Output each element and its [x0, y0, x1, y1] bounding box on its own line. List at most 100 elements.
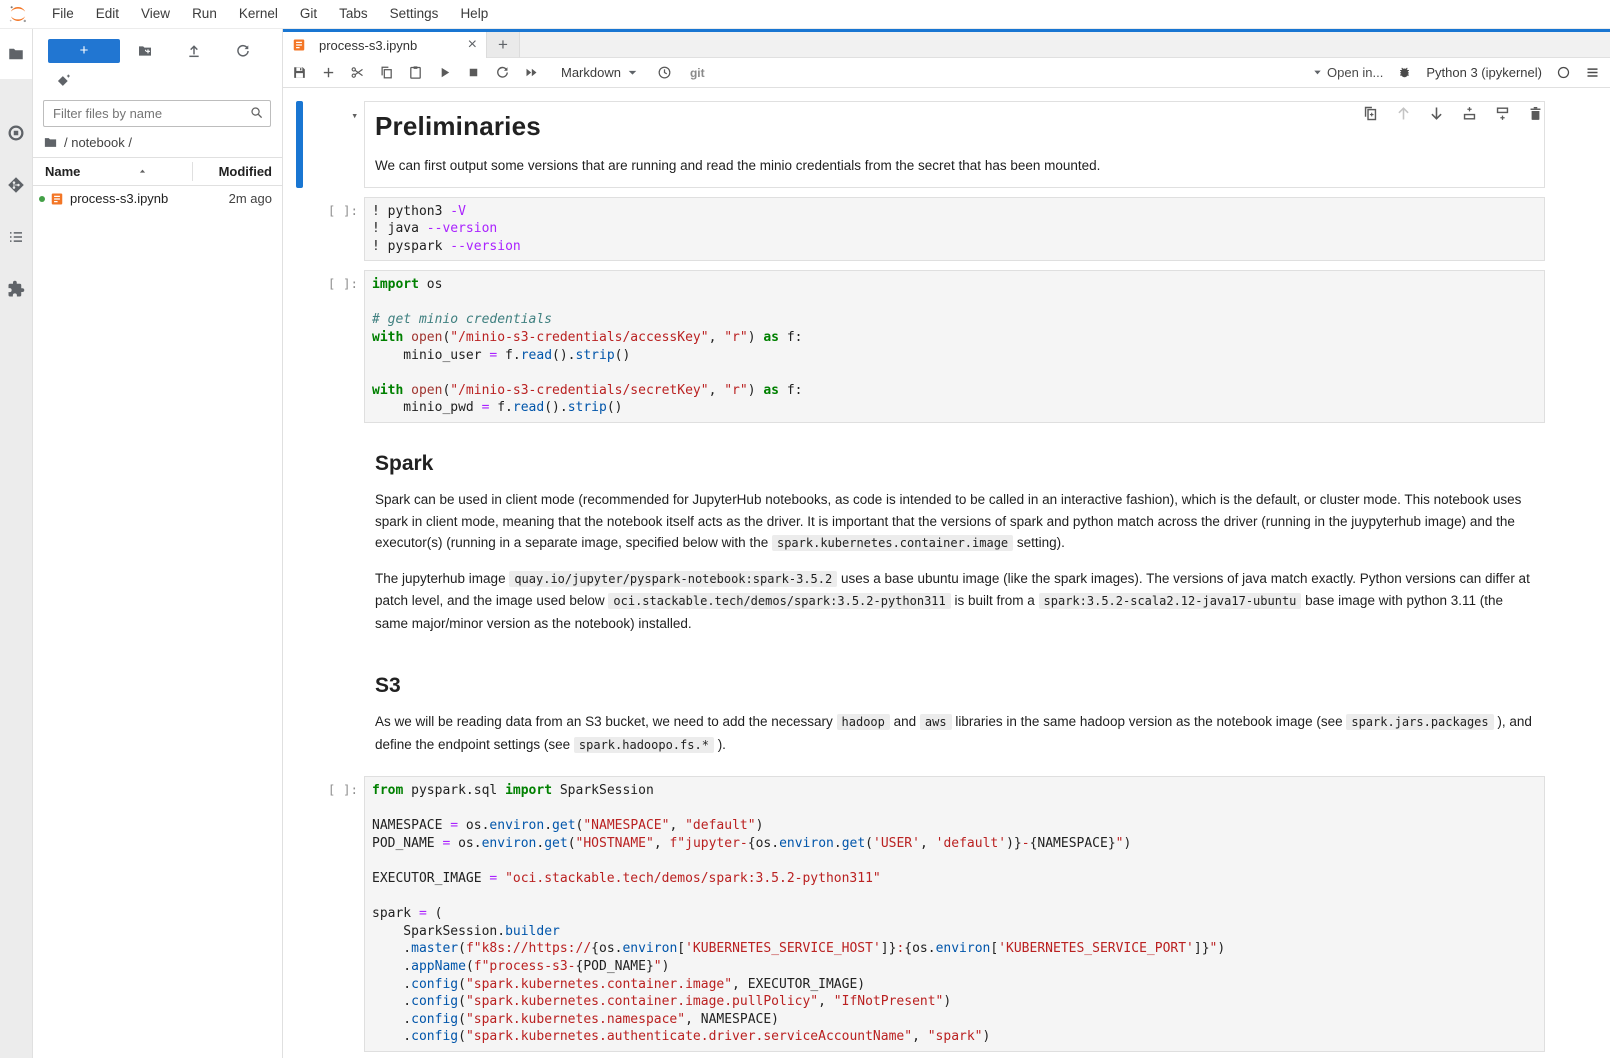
cell-collapser[interactable]: [296, 197, 303, 262]
new-tab-button[interactable]: +: [487, 32, 520, 58]
cell-prompt: [ ]:: [303, 776, 364, 1052]
menu-view[interactable]: View: [130, 6, 181, 21]
restart-kernel-button[interactable]: [495, 65, 510, 80]
inline-code: aws: [920, 714, 952, 730]
code-line: ! python3 -V: [372, 203, 1537, 221]
breadcrumb-path[interactable]: / notebook /: [64, 135, 132, 150]
code-editor[interactable]: ! python3 -V! java --version! pyspark --…: [364, 197, 1545, 262]
new-folder-button[interactable]: [120, 43, 169, 59]
code-line: with open("/minio-s3-credentials/secretK…: [372, 382, 1537, 400]
insert-cell-below-button[interactable]: [1494, 105, 1511, 122]
column-name[interactable]: Name: [45, 164, 184, 179]
markdown-cell[interactable]: SparkSpark can be used in client mode (r…: [296, 432, 1545, 645]
menu-git[interactable]: Git: [289, 6, 328, 21]
markdown-cell[interactable]: ▾PreliminariesWe can first output some v…: [296, 101, 1545, 188]
collapse-heading-icon[interactable]: ▾: [351, 109, 358, 122]
move-cell-up-button[interactable]: [1395, 105, 1412, 122]
tab-title: process-s3.ipynb: [319, 38, 417, 53]
insert-cell-above-button[interactable]: [1461, 105, 1478, 122]
markdown-cell[interactable]: S3 As we will be reading data from an S3 …: [296, 654, 1545, 767]
sidebar-tab-extension-manager[interactable]: [0, 263, 32, 315]
paste-cells-button[interactable]: [408, 65, 423, 80]
new-launcher-button[interactable]: +: [48, 39, 120, 63]
markdown-heading: S3: [375, 674, 1534, 698]
save-button[interactable]: [292, 65, 307, 80]
code-line: [372, 364, 1537, 382]
open-in-dropdown[interactable]: Open in...: [1312, 65, 1383, 80]
cell-collapser[interactable]: [296, 270, 303, 423]
inline-code: spark.kubernetes.container.image: [772, 535, 1013, 551]
caret-down-icon: [1312, 67, 1323, 78]
list-icon: [7, 228, 25, 246]
sidebar-tab-file-browser[interactable]: [0, 29, 32, 79]
code-line: .appName(f"process-s3-{POD_NAME}"): [372, 958, 1537, 976]
tab-bar-filler: [520, 32, 1610, 58]
file-browser-panel: + / notebook / Name: [33, 29, 283, 1058]
cell-collapser[interactable]: [296, 776, 303, 1052]
file-row[interactable]: process-s3.ipynb2m ago: [33, 186, 282, 211]
insert-cell-button[interactable]: [321, 65, 336, 80]
refresh-file-list-button[interactable]: [219, 43, 268, 59]
puzzle-icon: [7, 280, 25, 298]
filter-files-input[interactable]: [43, 100, 271, 127]
inline-code: spark:3.5.2-scala2.12-java17-ubuntu: [1039, 593, 1302, 609]
notebook-icon: [292, 38, 306, 52]
code-line: .config("spark.kubernetes.namespace", NA…: [372, 1011, 1537, 1029]
menu-help[interactable]: Help: [449, 6, 499, 21]
sidebar-tab-git[interactable]: [0, 159, 32, 211]
markdown-content: S3 As we will be reading data from an S3 …: [364, 654, 1545, 767]
upload-button[interactable]: [169, 43, 218, 59]
code-cell[interactable]: [ ]:! python3 -V! java --version! pyspar…: [296, 197, 1545, 262]
cut-cells-button[interactable]: [350, 65, 365, 80]
code-line: import os: [372, 276, 1537, 294]
upload-icon: [186, 43, 202, 59]
code-cell[interactable]: [ ]:from pyspark.sql import SparkSession…: [296, 776, 1545, 1052]
restart-run-all-button[interactable]: [524, 65, 539, 80]
close-tab-icon[interactable]: ×: [468, 37, 477, 53]
cell-collapser[interactable]: [296, 654, 303, 767]
cell-prompt: ▾: [303, 101, 364, 188]
sort-ascending-icon: [138, 164, 147, 179]
git-toolbar-label[interactable]: git: [690, 66, 705, 80]
run-cell-button[interactable]: [437, 65, 452, 80]
menu-run[interactable]: Run: [181, 6, 228, 21]
git-clone-button[interactable]: [33, 65, 282, 93]
move-cell-down-button[interactable]: [1428, 105, 1445, 122]
cell-toolbar: [1362, 105, 1544, 122]
menu-edit[interactable]: Edit: [85, 6, 130, 21]
interrupt-kernel-button[interactable]: [466, 65, 481, 80]
column-modified[interactable]: Modified: [192, 162, 272, 181]
kernel-status-icon[interactable]: [1556, 65, 1571, 80]
refresh-icon: [235, 43, 251, 59]
kernel-name[interactable]: Python 3 (ipykernel): [1426, 65, 1542, 80]
code-line: [372, 888, 1537, 906]
cell-timing-button[interactable]: [657, 65, 672, 80]
cell-type-dropdown[interactable]: Markdown: [561, 65, 639, 80]
notebook-content: ▾PreliminariesWe can first output some v…: [283, 88, 1610, 1058]
copy-cells-button[interactable]: [379, 65, 394, 80]
code-line: [372, 852, 1537, 870]
code-cell[interactable]: [ ]:import os # get minio credentialswit…: [296, 270, 1545, 423]
markdown-paragraph: Spark can be used in client mode (recomm…: [375, 489, 1534, 555]
menu-file[interactable]: File: [41, 6, 85, 21]
code-editor[interactable]: from pyspark.sql import SparkSession NAM…: [364, 776, 1545, 1052]
breadcrumb[interactable]: / notebook /: [33, 127, 282, 157]
markdown-paragraph: As we will be reading data from an S3 bu…: [375, 711, 1534, 756]
debugger-bug-icon[interactable]: [1397, 65, 1412, 80]
sidebar-tab-table-of-contents[interactable]: [0, 211, 32, 263]
cell-collapser[interactable]: [296, 101, 303, 188]
cell-prompt: [303, 654, 364, 767]
code-line: NAMESPACE = os.environ.get("NAMESPACE", …: [372, 817, 1537, 835]
more-menu-icon[interactable]: [1585, 65, 1600, 80]
menu-settings[interactable]: Settings: [379, 6, 450, 21]
menu-tabs[interactable]: Tabs: [328, 6, 379, 21]
code-line: EXECUTOR_IMAGE = "oci.stackable.tech/dem…: [372, 870, 1537, 888]
menu-kernel[interactable]: Kernel: [228, 6, 289, 21]
tab-process-s3[interactable]: process-s3.ipynb ×: [283, 32, 487, 58]
cell-collapser[interactable]: [296, 432, 303, 645]
code-editor[interactable]: import os # get minio credentialswith op…: [364, 270, 1545, 423]
sidebar-tab-running-sessions[interactable]: [0, 107, 32, 159]
duplicate-cell-button[interactable]: [1362, 105, 1379, 122]
inline-code: oci.stackable.tech/demos/spark:3.5.2-pyt…: [608, 593, 950, 609]
delete-cell-button[interactable]: [1527, 105, 1544, 122]
